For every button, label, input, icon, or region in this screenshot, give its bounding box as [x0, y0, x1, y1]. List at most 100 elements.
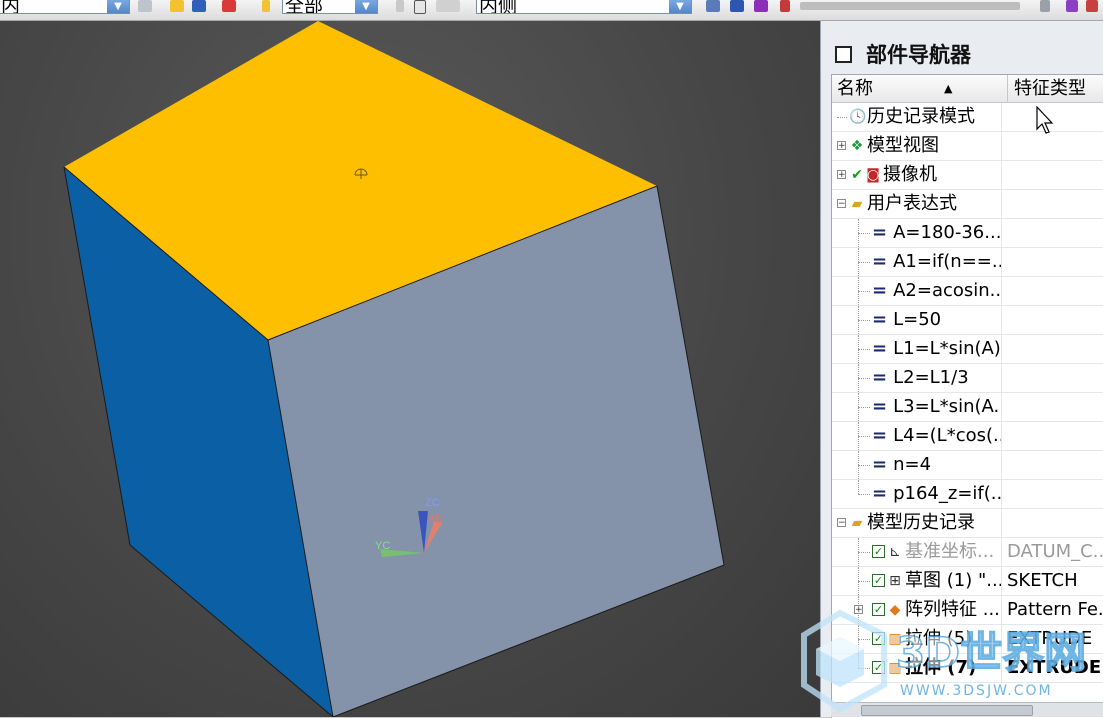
- close-icon[interactable]: [1086, 0, 1098, 12]
- sheet-body-icon[interactable]: [754, 0, 768, 12]
- select-box-icon[interactable]: [414, 0, 426, 14]
- watermark-brand: 3D世界网: [896, 628, 1086, 677]
- row-type: [1002, 335, 1103, 363]
- equals-icon: =: [872, 338, 888, 359]
- collapse-icon[interactable]: −: [837, 199, 846, 209]
- tree-row-feature-sketch[interactable]: ✓ ⊞ 草图 (1) "... SKETCH: [832, 567, 1103, 596]
- type-filter-value: 全部: [285, 0, 324, 14]
- view-icon[interactable]: [706, 0, 720, 12]
- tree-row-user-expressions[interactable]: − ▰ 用户表达式: [832, 190, 1103, 219]
- column-type-label: 特征类型: [1014, 78, 1086, 99]
- tree-row-expression[interactable]: = A2=acosin...: [832, 277, 1103, 306]
- camera-icon: ◙: [866, 167, 880, 183]
- row-type: DATUM_C...: [1007, 541, 1103, 562]
- model-view-icon: ❖: [850, 138, 864, 154]
- row-label: n=4: [893, 454, 932, 475]
- chevron-down-icon[interactable]: ▼: [107, 0, 129, 13]
- folder-open-icon: ▰: [851, 515, 863, 531]
- type-filter-dropdown[interactable]: 全部 ▼: [282, 0, 378, 14]
- row-label: A=180-36...: [893, 222, 1002, 243]
- type-filter-icon[interactable]: [262, 0, 270, 12]
- expand-icon[interactable]: +: [837, 170, 846, 180]
- tree-row-model-history[interactable]: − ▰ 模型历史记录: [832, 509, 1103, 538]
- select-face-icon[interactable]: [222, 0, 236, 12]
- expand-icon[interactable]: +: [837, 141, 846, 151]
- chevron-down-icon[interactable]: ▼: [355, 0, 377, 13]
- row-type: [1002, 161, 1103, 189]
- solid-body-icon[interactable]: [730, 0, 744, 12]
- row-label: A1=if(n==...: [893, 251, 1002, 272]
- row-label: L4=(L*cos(...: [893, 425, 1002, 446]
- watermark-url: WWW.3DSJW.COM: [900, 683, 1053, 699]
- tree-row-expression[interactable]: = p164_z=if(...: [832, 480, 1103, 509]
- tree-row-expression[interactable]: = L4=(L*cos(...: [832, 422, 1103, 451]
- row-type: [1002, 364, 1103, 392]
- row-label: 草图 (1) "...: [905, 570, 1002, 591]
- filter-icon[interactable]: [138, 0, 152, 12]
- row-type: [1002, 190, 1103, 218]
- clock-icon: 🕓: [849, 109, 867, 125]
- selection-scope-value: 内: [1, 0, 21, 14]
- tree-row-expression[interactable]: = A1=if(n==...: [832, 248, 1103, 277]
- tree-row-expression[interactable]: = n=4: [832, 451, 1103, 480]
- cube-icon[interactable]: [192, 0, 206, 12]
- curve-icon[interactable]: [780, 0, 790, 12]
- navigator-title: 部件导航器: [866, 43, 971, 67]
- tree-row-expression[interactable]: = L2=L1/3: [832, 364, 1103, 393]
- equals-icon: =: [872, 483, 888, 504]
- row-label: 模型历史记录: [867, 512, 975, 533]
- tree-row-expression[interactable]: = L=50: [832, 306, 1103, 335]
- equals-icon: =: [872, 396, 888, 417]
- row-label: 摄像机: [883, 164, 937, 185]
- row-type: [1002, 248, 1103, 276]
- graphics-viewport[interactable]: ZC XC YC: [0, 21, 820, 717]
- top-toolbar: 内 ▼ 全部 ▼ 内侧 ▼: [0, 0, 1103, 21]
- sort-ascending-icon[interactable]: ▲: [944, 75, 952, 102]
- tree-row-expression[interactable]: = L1=L*sin(A): [832, 335, 1103, 364]
- tree-row-model-views[interactable]: + ❖ 模型视图: [832, 132, 1103, 161]
- row-type: [1002, 277, 1103, 305]
- mouse-cursor-icon: [1036, 106, 1054, 134]
- tree-header: 名称 ▲ 特征类型: [832, 75, 1103, 103]
- row-type: [1002, 132, 1103, 160]
- row-label: A2=acosin...: [893, 280, 1002, 301]
- tree-row-history-mode[interactable]: 🕓 历史记录模式: [832, 103, 1103, 132]
- cube-model[interactable]: ZC XC YC: [0, 21, 820, 717]
- tree-row-cameras[interactable]: + ✔ ◙ 摄像机: [832, 161, 1103, 190]
- column-header-feature-type[interactable]: 特征类型: [1008, 75, 1103, 102]
- row-type: SKETCH: [1007, 570, 1078, 591]
- visibility-checkbox[interactable]: ✓: [872, 574, 885, 587]
- row-type: [1002, 306, 1103, 334]
- row-label: L1=L*sin(A): [893, 338, 1001, 359]
- sketch-icon: ⊞: [889, 573, 901, 589]
- column-header-name[interactable]: 名称 ▲: [832, 75, 1008, 102]
- window-icon[interactable]: [835, 45, 852, 63]
- color-icon[interactable]: [1066, 0, 1078, 12]
- collapse-icon[interactable]: −: [837, 518, 846, 528]
- snap-icon[interactable]: [170, 0, 184, 12]
- lasso-icon[interactable]: [436, 0, 460, 12]
- row-label: 历史记录模式: [867, 106, 975, 127]
- row-label: L2=L1/3: [893, 367, 969, 388]
- separator-icon: [396, 0, 404, 12]
- watermark-logo: 3D世界网 WWW.3DSJW.COM: [801, 609, 1087, 713]
- column-name-label: 名称: [837, 78, 873, 99]
- equals-icon: =: [872, 367, 888, 388]
- selection-side-dropdown[interactable]: 内侧 ▼: [476, 0, 692, 14]
- xc-label: XC: [428, 513, 443, 525]
- folder-open-icon: ▰: [851, 196, 863, 212]
- chevron-down-icon[interactable]: ▼: [669, 0, 691, 13]
- row-label: 用户表达式: [867, 193, 957, 214]
- row-label: 模型视图: [867, 135, 939, 156]
- snap-points-bar[interactable]: [800, 2, 1020, 10]
- visibility-checkbox[interactable]: ✓: [872, 545, 885, 558]
- tree-row-expression[interactable]: = A=180-36...: [832, 219, 1103, 248]
- row-type: [1002, 422, 1103, 450]
- equals-icon: =: [872, 222, 888, 243]
- navigator-title-bar: 部件导航器: [835, 39, 971, 69]
- row-type: [1002, 509, 1103, 537]
- tree-row-feature-datum[interactable]: ✓ ⊾ 基准坐标... DATUM_C...: [832, 538, 1103, 567]
- selection-scope-dropdown[interactable]: 内 ▼: [0, 0, 130, 14]
- tree-row-expression[interactable]: = L3=L*sin(A...: [832, 393, 1103, 422]
- row-label: L=50: [893, 309, 942, 330]
